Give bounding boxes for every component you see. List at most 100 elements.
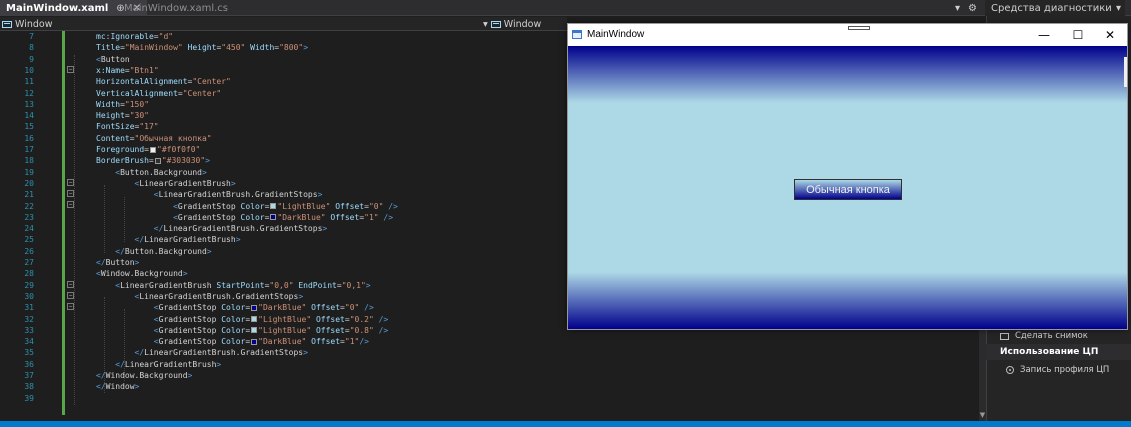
runtime-toolbar-handle[interactable] xyxy=(848,26,870,30)
code-text: </LinearGradientBrush.GradientStops> xyxy=(96,347,308,358)
code-token: > xyxy=(206,246,212,256)
code-token: < xyxy=(96,201,178,211)
element-selector-right[interactable]: ▾ Window xyxy=(483,17,541,31)
code-text: Title="MainWindow" Height="450" Width="8… xyxy=(96,42,308,53)
app-title-bar[interactable]: MainWindow — ☐ ✕ xyxy=(568,24,1127,46)
code-line: 34 <GradientStop Color= "DarkBlue" Offset… xyxy=(0,336,960,347)
code-token: mc:Ignorable xyxy=(96,32,154,41)
code-line: 36 </LinearGradientBrush> xyxy=(0,359,960,370)
line-number: 34 xyxy=(24,337,34,347)
code-token: < xyxy=(96,337,159,347)
code-token: Color xyxy=(216,303,246,313)
code-token: > xyxy=(201,167,207,177)
code-token: Height xyxy=(96,111,125,121)
code-token: Offset xyxy=(311,325,345,335)
code-token: /> xyxy=(359,337,369,347)
line-number: 11 xyxy=(24,77,34,87)
code-token: Color xyxy=(216,325,246,335)
code-text: </Window.Background> xyxy=(96,370,192,381)
regular-button[interactable]: Обычная кнопка xyxy=(794,179,902,200)
code-token: "LightBlue" xyxy=(277,201,331,211)
code-token: Color xyxy=(235,212,265,222)
code-token: Window.Background xyxy=(100,269,183,279)
window-icon xyxy=(2,20,12,28)
code-token: "Обычная кнопка" xyxy=(134,133,212,143)
code-token: </ xyxy=(96,235,145,245)
code-text: <GradientStop Color= "DarkBlue" Offset="1… xyxy=(96,212,393,223)
code-token: "DarkBlue" xyxy=(258,303,307,313)
code-text: <Button xyxy=(96,54,130,65)
line-number: 36 xyxy=(24,359,34,369)
code-token: < xyxy=(96,325,159,335)
code-token: VerticalAlignment xyxy=(96,88,178,98)
line-number: 16 xyxy=(24,133,34,143)
scroll-down-arrow-icon[interactable]: ▼ xyxy=(979,412,986,419)
element-selector-left[interactable]: Window xyxy=(2,17,52,31)
code-token: Button xyxy=(105,258,135,267)
code-token: = xyxy=(264,212,270,222)
line-number: 21 xyxy=(24,190,34,200)
line-number: 19 xyxy=(24,167,34,177)
code-token: Window xyxy=(105,382,135,392)
tabbar-right-tools: ▾ ⚙ Средства диагностики ▾ xyxy=(955,0,1125,16)
take-snapshot-button[interactable]: Сделать снимок xyxy=(1000,330,1088,342)
code-token: "450" xyxy=(221,43,246,53)
code-token: LinearGradientBrush.GradientStops xyxy=(144,348,304,358)
code-token: "Btn1" xyxy=(129,65,159,75)
color-swatch-icon xyxy=(270,203,277,209)
code-token: LinearGradientBrush xyxy=(124,359,217,369)
code-token: > xyxy=(134,258,140,267)
line-number: 31 xyxy=(24,303,34,313)
code-token: </ xyxy=(96,371,106,380)
code-token: HorizontalAlignment xyxy=(96,77,188,87)
code-token: < xyxy=(96,178,140,188)
line-number: 38 xyxy=(24,382,34,392)
code-token: < xyxy=(96,167,121,177)
tab-mainwindow-xaml-cs[interactable]: MainWindow.xaml.cs xyxy=(118,0,234,16)
diagnostics-tools-label: Средства диагностики xyxy=(991,2,1112,14)
code-token: > xyxy=(303,43,309,53)
status-bar xyxy=(0,421,1131,427)
code-token: LinearGradientBrush.GradientStops xyxy=(158,190,318,200)
chevron-down-icon: ▾ xyxy=(1115,2,1121,14)
code-token: "0.2" xyxy=(349,314,374,324)
code-token: StartPoint xyxy=(211,280,265,290)
close-button[interactable]: ✕ xyxy=(1093,24,1127,46)
code-text: </Button> xyxy=(96,257,139,268)
code-token: "d" xyxy=(158,32,174,41)
line-number: 8 xyxy=(29,43,34,53)
line-number: 28 xyxy=(24,269,34,279)
camera-icon xyxy=(1000,332,1009,340)
code-token: Window.Background xyxy=(105,371,188,380)
code-text: Height="30" xyxy=(96,110,149,121)
code-token: > xyxy=(134,382,140,392)
minimize-button[interactable]: — xyxy=(1027,24,1061,46)
code-text: <Button.Background> xyxy=(96,167,207,178)
code-token: LinearGradientBrush.GradientStops xyxy=(163,224,323,234)
code-token: > xyxy=(365,280,371,290)
cpu-usage-heading[interactable]: Использование ЦП xyxy=(986,344,1131,360)
code-text: <LinearGradientBrush> xyxy=(96,178,236,189)
code-token: LinearGradientBrush.GradientStops xyxy=(139,291,299,301)
gear-icon[interactable]: ⚙ xyxy=(968,3,977,14)
code-token: Button xyxy=(100,54,130,64)
code-text: <LinearGradientBrush.GradientStops> xyxy=(96,189,323,200)
code-text: <GradientStop Color= "DarkBlue" Offset="0… xyxy=(96,302,374,313)
code-token: = xyxy=(245,303,251,313)
tab-list-dropdown-icon[interactable]: ▾ xyxy=(955,3,960,14)
line-number: 22 xyxy=(24,201,34,211)
code-token: </ xyxy=(96,348,145,358)
code-token: > xyxy=(187,371,193,380)
line-number: 29 xyxy=(24,280,34,290)
line-number: 14 xyxy=(24,111,34,121)
code-line: 35 </LinearGradientBrush.GradientStops> xyxy=(0,347,960,358)
element-selector-right-label: Window xyxy=(503,18,542,30)
code-token: EndPoint xyxy=(293,280,337,290)
code-text: Content="Обычная кнопка" xyxy=(96,133,212,144)
diagnostics-tools-tab[interactable]: Средства диагностики ▾ xyxy=(985,0,1125,16)
line-number: 17 xyxy=(24,145,34,154)
record-cpu-profile-button[interactable]: Запись профиля ЦП xyxy=(1006,364,1109,376)
maximize-button[interactable]: ☐ xyxy=(1061,24,1095,46)
code-token: Offset xyxy=(330,201,365,211)
record-cpu-profile-label: Запись профиля ЦП xyxy=(1020,365,1110,375)
